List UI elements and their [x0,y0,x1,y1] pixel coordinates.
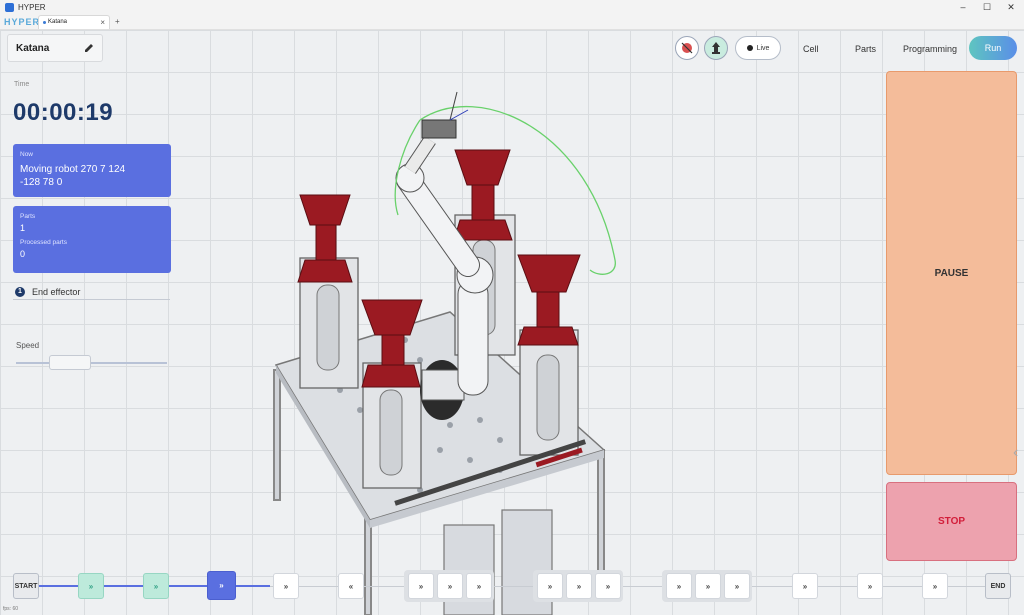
time-label: Time [14,81,30,88]
parts-label: Parts [20,213,36,220]
live-label: Live [756,44,770,52]
tab-label: Katana [48,19,68,25]
now-text-line2: -128 78 0 [20,177,63,188]
window-title: HYPER [18,2,46,12]
lamp-icon[interactable] [704,36,728,60]
info-icon: 1 [15,287,25,297]
part-1 [299,194,351,226]
tab-katana[interactable]: Katana × [38,14,110,29]
timeline-end[interactable]: END [985,573,1011,599]
timeline-step[interactable]: » [695,573,721,599]
timeline-start[interactable]: START [13,573,39,599]
timeline-step-up[interactable]: « [338,573,364,599]
speed-slider[interactable] [16,355,167,370]
window-title-bar: HYPER – ☐ ✕ [0,0,1024,14]
timeline-step[interactable]: » [666,573,692,599]
timeline-step-current[interactable]: » [207,571,236,600]
minimize-button[interactable]: – [951,0,975,14]
end-effector-row[interactable]: 1 End effector [13,285,170,300]
now-text: Moving robot 270 7 124 -128 78 0 [20,163,164,189]
processed-parts-value: 0 [20,249,26,259]
speed-slider-thumb[interactable] [49,355,91,370]
live-button[interactable]: Live [735,36,781,60]
tab-dot-icon [43,20,46,24]
part-2 [454,149,511,186]
close-window-button[interactable]: ✕ [999,0,1023,14]
time-value: 00:00:19 [13,99,114,126]
collision-toggle-icon[interactable] [675,36,699,60]
now-text-line1: Moving robot 270 7 124 [20,164,126,175]
fps-counter: fps: 60 [3,606,19,612]
timeline-step[interactable]: » [792,573,818,599]
hyper-logo: HYPER [4,16,41,27]
app-icon [5,2,14,12]
parts-card: Parts 1 Processed parts 0 [13,206,171,273]
timeline-step-done[interactable]: » [78,573,104,599]
timeline-step[interactable]: » [724,573,750,599]
timeline-step[interactable]: » [466,573,492,599]
timeline-step[interactable]: » [857,573,883,599]
nav-programming[interactable]: Programming [903,44,957,54]
nav-parts[interactable]: Parts [855,44,876,54]
parts-value: 1 [20,223,26,233]
end-effector-label: End effector [32,287,81,297]
nav-cell[interactable]: Cell [803,44,819,54]
stop-button[interactable]: STOP [886,482,1017,561]
chevron-left-icon[interactable]: ‹ [1013,444,1018,462]
timeline-step[interactable]: » [566,573,592,599]
timeline-step[interactable]: » [922,573,948,599]
robot-cell-scene[interactable] [0,30,1024,615]
timeline-step[interactable]: » [273,573,299,599]
speed-slider-track [16,362,167,364]
record-dot-icon [746,45,753,51]
tab-bar: HYPER Katana × + [0,14,1024,30]
timeline-step[interactable]: » [437,573,463,599]
processed-parts-label: Processed parts [20,239,67,246]
speed-label: Speed [16,341,40,350]
timeline-step[interactable]: » [595,573,621,599]
tab-close-icon[interactable]: × [100,18,105,27]
now-card: Now Moving robot 270 7 124 -128 78 0 [13,144,171,197]
new-tab-button[interactable]: + [115,17,120,26]
part-3 [517,254,581,293]
project-name: Katana [16,42,50,54]
maximize-button[interactable]: ☐ [975,0,999,14]
pause-button[interactable]: PAUSE [886,71,1017,475]
viewport-3d[interactable] [0,30,1024,615]
pencil-icon[interactable] [84,43,94,53]
now-label: Now [20,151,34,158]
project-name-box[interactable]: Katana [7,34,103,62]
timeline-step-done[interactable]: » [143,573,169,599]
timeline-step[interactable]: » [408,573,434,599]
timeline-step[interactable]: » [537,573,563,599]
run-button[interactable]: Run [969,36,1017,60]
